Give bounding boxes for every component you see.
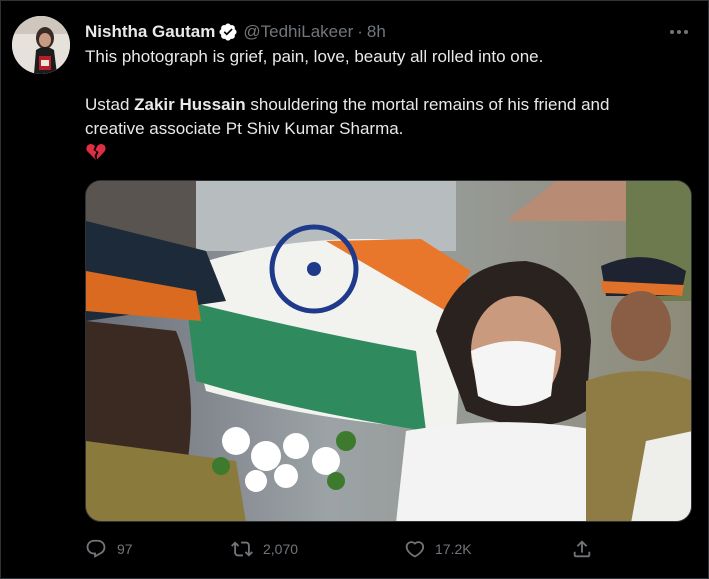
avatar-image bbox=[12, 16, 70, 74]
tweet-timestamp[interactable]: 8h bbox=[367, 22, 386, 42]
author-name[interactable]: Nishtha Gautam bbox=[85, 22, 215, 42]
header-separator: · bbox=[357, 22, 363, 41]
verified-badge-icon bbox=[218, 22, 238, 42]
broken-heart-icon bbox=[85, 141, 107, 165]
tweet-line-4 bbox=[85, 141, 685, 165]
tweet-line-2-prefix: Ustad bbox=[85, 95, 135, 114]
tweet-actions: 97 2,070 17.2K bbox=[85, 536, 605, 562]
share-icon bbox=[573, 540, 591, 558]
retweet-icon bbox=[231, 541, 253, 557]
heart-icon bbox=[405, 541, 425, 558]
share-button[interactable] bbox=[571, 538, 593, 560]
tweet-header: Nishtha Gautam @TedhiLakeer · 8h bbox=[85, 21, 668, 43]
like-button[interactable]: 17.2K bbox=[403, 538, 472, 560]
more-options-icon[interactable] bbox=[668, 23, 690, 41]
reply-icon bbox=[86, 539, 106, 558]
retweet-button[interactable]: 2,070 bbox=[231, 538, 298, 560]
avatar[interactable] bbox=[12, 16, 70, 74]
tweet-line-2-suffix: shouldering the mortal remains of his fr… bbox=[245, 95, 610, 114]
tweet-text: This photograph is grief, pain, love, be… bbox=[85, 45, 685, 165]
reply-count: 97 bbox=[117, 541, 133, 557]
tweet-photo[interactable] bbox=[85, 180, 692, 522]
author-handle[interactable]: @TedhiLakeer bbox=[243, 22, 353, 42]
like-count: 17.2K bbox=[435, 541, 472, 557]
tweet-line-3: creative associate Pt Shiv Kumar Sharma. bbox=[85, 119, 404, 138]
mention-zakir-hussain: Zakir Hussain bbox=[134, 95, 246, 114]
funeral-photo-image bbox=[86, 181, 691, 521]
reply-button[interactable]: 97 bbox=[85, 538, 133, 560]
tweet-line-2: Ustad Zakir Hussain shouldering the mort… bbox=[85, 93, 685, 117]
retweet-count: 2,070 bbox=[263, 541, 299, 557]
tweet-line-1: This photograph is grief, pain, love, be… bbox=[85, 47, 544, 66]
tweet-card: Nishtha Gautam @TedhiLakeer · 8h This ph… bbox=[0, 0, 709, 579]
